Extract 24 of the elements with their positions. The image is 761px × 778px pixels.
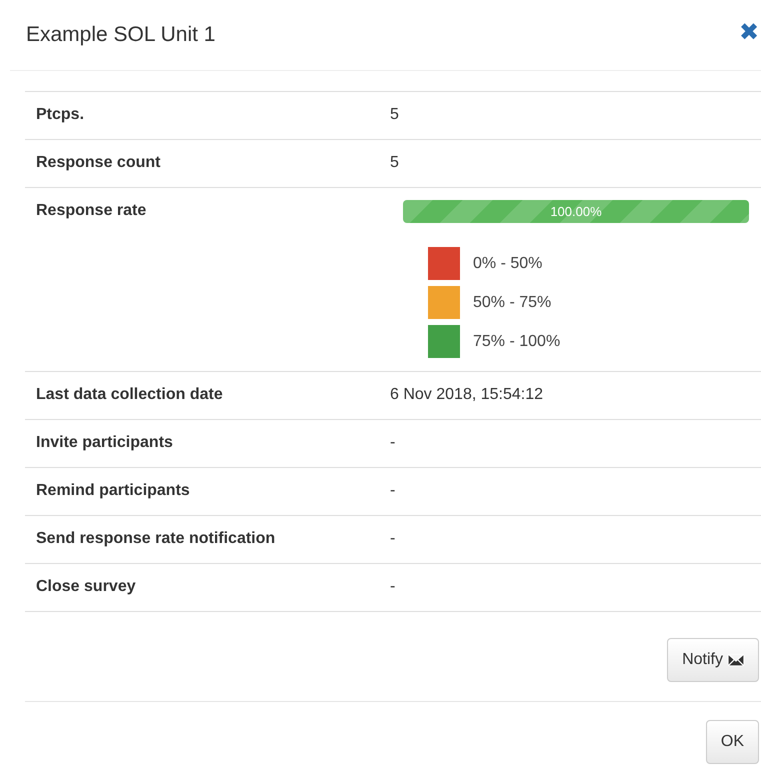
field-label: Remind participants (36, 481, 191, 501)
field-label: Last data collection date (36, 385, 224, 405)
envelope-icon (728, 654, 744, 666)
field-value: - (390, 530, 396, 547)
field-label: Invite participants (36, 433, 174, 453)
legend-label: 0% - 50% (473, 254, 542, 272)
progress-reading: 100.00% (550, 204, 602, 219)
ok-button[interactable]: OK (706, 720, 759, 764)
field-label: Send response rate notification (36, 529, 276, 549)
field-value: - (390, 578, 396, 595)
field-value: 6 Nov 2018, 15:54:12 (390, 386, 544, 403)
field-value: - (390, 434, 396, 451)
legend-label: 50% - 75% (473, 294, 552, 312)
dialog-title: Example SOL Unit 1 (26, 23, 216, 47)
field-label: Response rate (36, 201, 148, 221)
field-value: 5 (390, 106, 399, 123)
field-value: - (390, 482, 396, 499)
notify-button[interactable]: Notify (667, 638, 759, 682)
field-value: 5 (390, 154, 399, 171)
legend-label: 75% - 100% (473, 332, 560, 350)
field-label: Ptcps. (36, 105, 86, 125)
close-button[interactable]: ✖ (739, 18, 759, 52)
field-label: Response count (36, 153, 162, 173)
field-label: Close survey (36, 577, 137, 597)
